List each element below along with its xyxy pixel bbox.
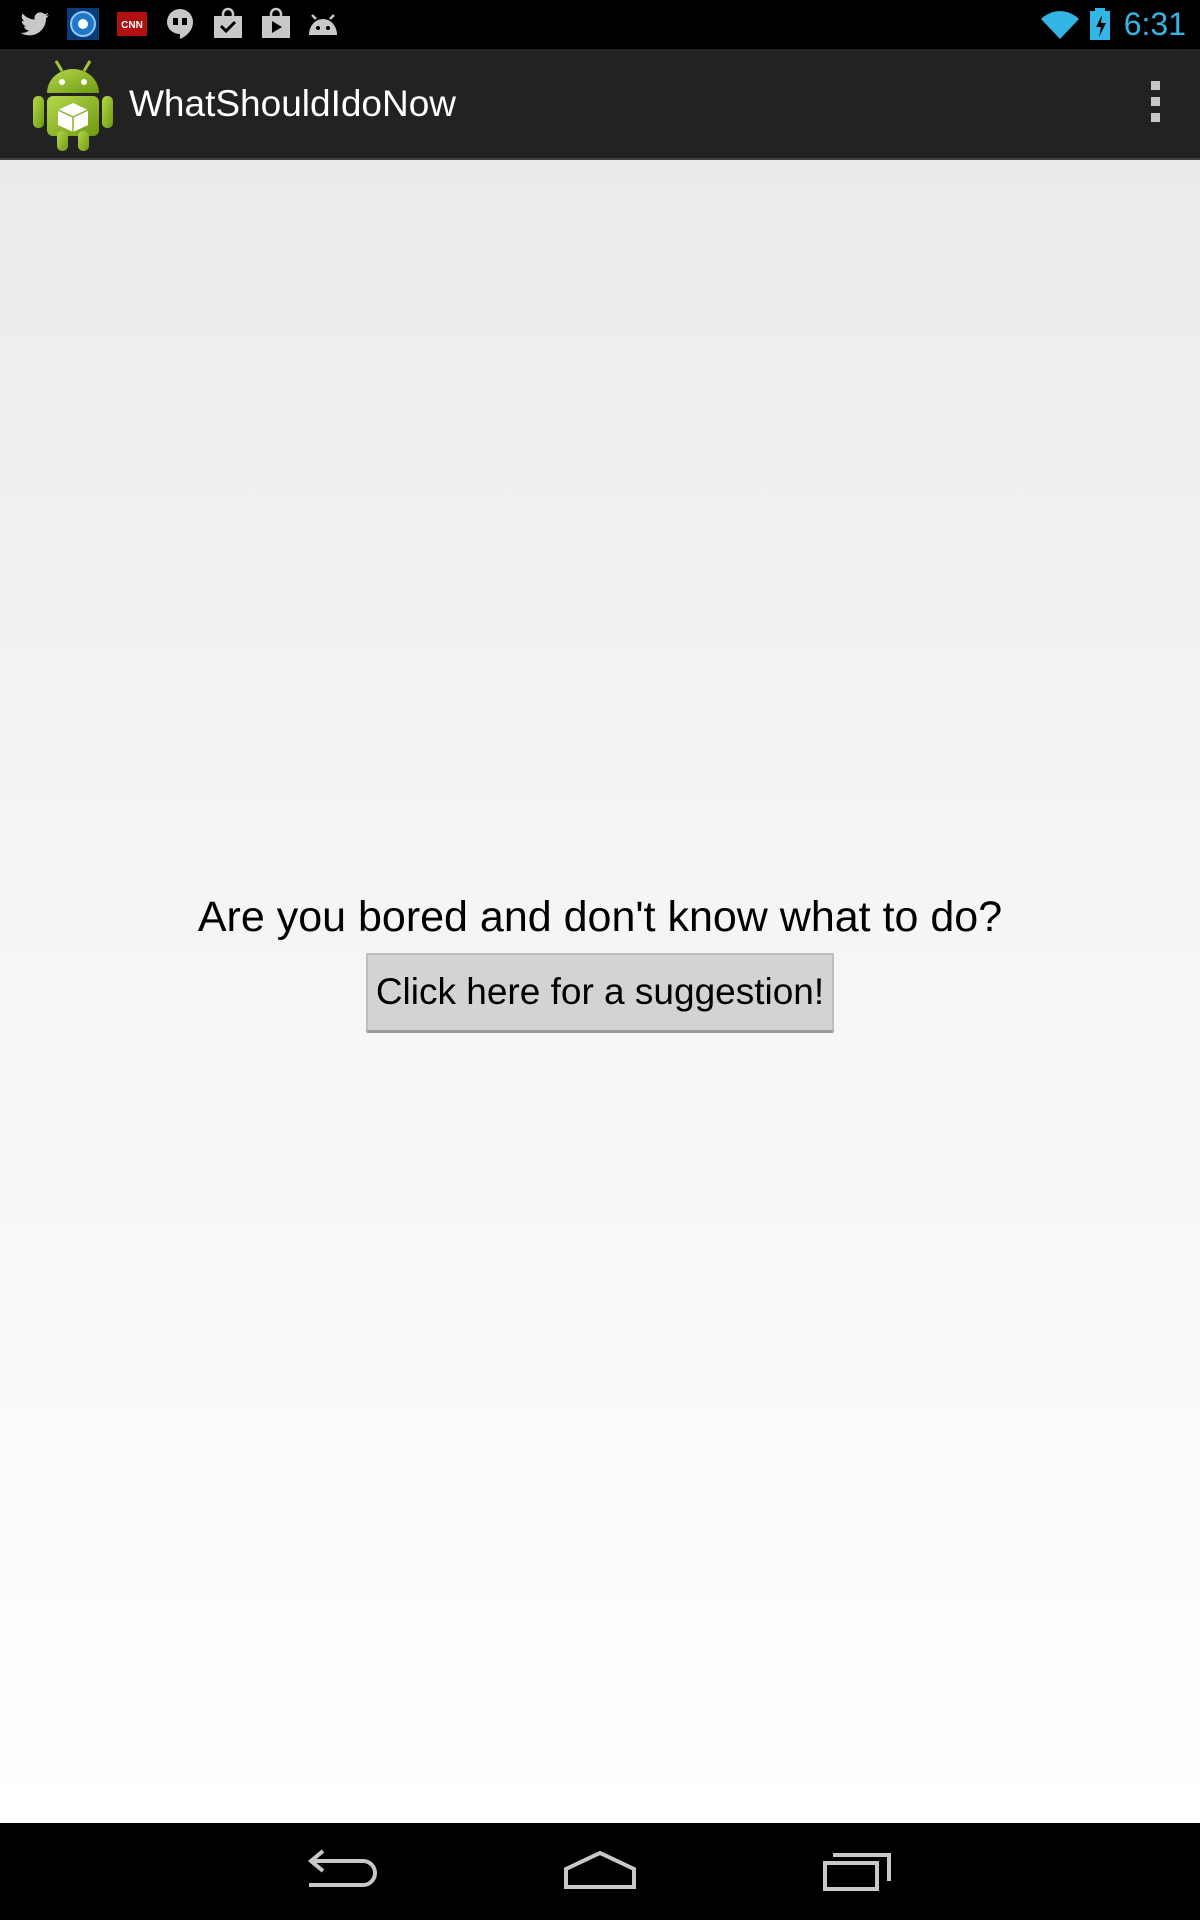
shopping-bag-icon — [214, 7, 242, 38]
main-content: Are you bored and don't know what to do?… — [0, 160, 1200, 1823]
hangouts-icon — [167, 9, 193, 39]
android-game-icon — [309, 14, 337, 35]
status-time: 6:31 — [1123, 6, 1186, 42]
battery-charging-icon — [1090, 8, 1110, 40]
overflow-dot — [1150, 97, 1160, 106]
status-bar: CNN 6:31 — [0, 0, 1200, 49]
android-app-icon[interactable] — [30, 55, 116, 153]
overflow-dot — [1150, 113, 1160, 122]
back-icon[interactable] — [283, 1839, 403, 1903]
play-store-icon — [262, 7, 290, 38]
prompt-text: Are you bored and don't know what to do? — [197, 893, 1003, 941]
screen: CNN 6:31 WhatShouldIdoNow Are you bored … — [0, 0, 1200, 1920]
home-icon[interactable] — [540, 1839, 660, 1903]
recent-apps-icon[interactable] — [797, 1839, 917, 1903]
action-bar: WhatShouldIdoNow — [0, 49, 1200, 160]
cnn-icon: CNN — [117, 12, 147, 36]
twitter-icon — [20, 12, 49, 36]
wifi-icon — [1041, 11, 1079, 39]
suggestion-button[interactable]: Click here for a suggestion! — [366, 953, 834, 1033]
navigation-bar — [0, 1823, 1200, 1920]
svg-text:CNN: CNN — [121, 20, 143, 31]
news-app-icon — [67, 8, 99, 40]
overflow-dot — [1150, 81, 1160, 90]
overflow-menu-icon[interactable] — [1140, 81, 1170, 129]
app-title: WhatShouldIdoNow — [129, 83, 457, 124]
